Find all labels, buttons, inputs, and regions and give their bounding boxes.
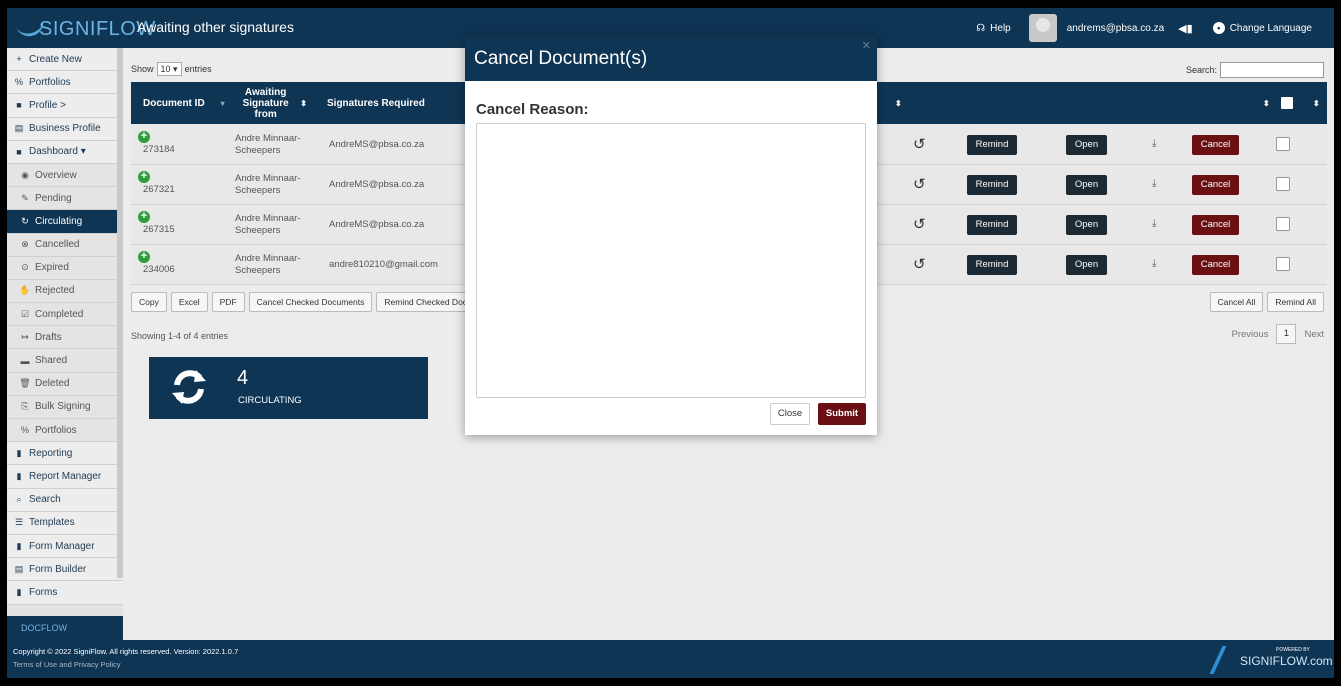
- cancel-reason-label: Cancel Reason:: [476, 101, 589, 118]
- app-window: SIGNIFLOW Awaiting other signatures ☊ He…: [7, 8, 1334, 678]
- cancel-reason-textarea[interactable]: [476, 123, 866, 398]
- close-icon[interactable]: ✕: [862, 39, 871, 52]
- modal-header: Cancel Document(s) ✕: [465, 35, 877, 81]
- cancel-document-modal: Cancel Document(s) ✕ Cancel Reason: Clos…: [465, 35, 877, 435]
- submit-button[interactable]: Submit: [818, 403, 866, 425]
- modal-title: Cancel Document(s): [474, 48, 648, 69]
- close-button[interactable]: Close: [770, 403, 810, 425]
